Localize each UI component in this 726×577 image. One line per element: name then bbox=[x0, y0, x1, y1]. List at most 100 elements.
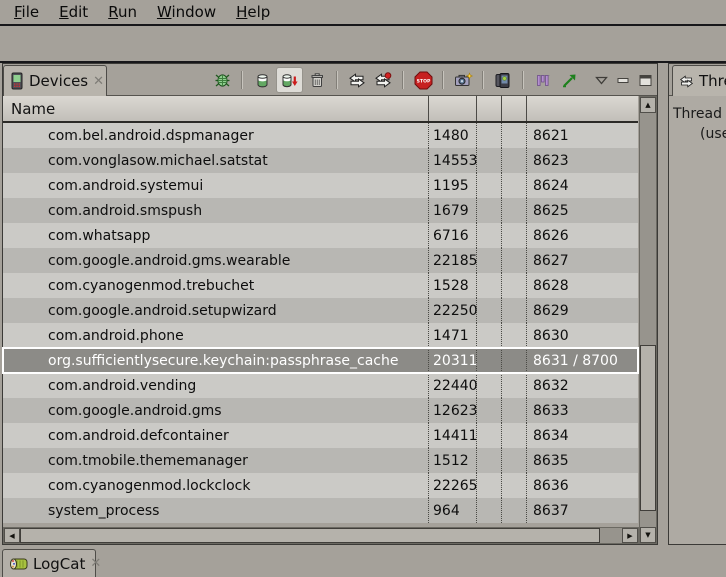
close-icon[interactable]: ✕ bbox=[93, 75, 104, 88]
cell-name: com.cyanogenmod.trebuchet bbox=[3, 273, 429, 298]
table-row[interactable]: com.android.defcontainer144118634 bbox=[3, 423, 638, 448]
cell-c3 bbox=[477, 348, 502, 373]
update-threads-alert-icon[interactable] bbox=[371, 67, 395, 93]
device-views-icon[interactable] bbox=[491, 67, 515, 93]
cell-c3 bbox=[477, 273, 502, 298]
table-row[interactable]: com.google.android.gms126238633 bbox=[3, 398, 638, 423]
cell-port: 8627 bbox=[527, 248, 638, 273]
table-row[interactable]: com.vonglasow.michael.satstat145538623 bbox=[3, 148, 638, 173]
cell-c4 bbox=[502, 223, 527, 248]
main-toolbar-strip bbox=[0, 28, 726, 63]
table-row[interactable]: com.google.android.setupwizard222508629 bbox=[3, 298, 638, 323]
cell-pid: 20311 bbox=[429, 348, 477, 373]
threads-icon bbox=[679, 74, 694, 89]
table-header: Name bbox=[3, 96, 638, 123]
cell-c4 bbox=[502, 148, 527, 173]
cell-c4 bbox=[502, 448, 527, 473]
cell-c4 bbox=[502, 473, 527, 498]
scroll-up-button[interactable]: ▲ bbox=[640, 97, 656, 113]
menu-help-mnemonic: H bbox=[236, 3, 247, 21]
column-header-name[interactable]: Name bbox=[3, 96, 429, 121]
update-threads-icon[interactable] bbox=[345, 67, 369, 93]
table-row[interactable]: org.sufficientlysecure.keychain:passphra… bbox=[3, 348, 638, 373]
view-menu-icon[interactable] bbox=[591, 67, 611, 93]
cell-pid: 6716 bbox=[429, 223, 477, 248]
scroll-right-button[interactable]: ▶ bbox=[622, 528, 638, 543]
table-row[interactable]: com.android.systemui11958624 bbox=[3, 173, 638, 198]
cell-c3 bbox=[477, 248, 502, 273]
menu-edit[interactable]: Edit bbox=[49, 1, 98, 23]
column-header-4[interactable] bbox=[502, 96, 527, 121]
scroll-up-icon: ▲ bbox=[645, 101, 650, 109]
cell-c3 bbox=[477, 473, 502, 498]
cell-pid: 1679 bbox=[429, 198, 477, 223]
menu-edit-rest: dit bbox=[69, 3, 89, 21]
cell-c4 bbox=[502, 498, 527, 523]
screen-capture-icon[interactable] bbox=[451, 67, 475, 93]
devices-view: Devices ✕ bbox=[2, 63, 658, 545]
table-row[interactable]: com.cyanogenmod.lockclock222658636 bbox=[3, 473, 638, 498]
menu-run[interactable]: Run bbox=[98, 1, 147, 23]
close-icon[interactable]: ✕ bbox=[90, 557, 101, 570]
cell-port: 8630 bbox=[527, 323, 638, 348]
menu-file[interactable]: File bbox=[4, 1, 49, 23]
column-header-3[interactable] bbox=[477, 96, 502, 121]
table-row[interactable]: com.whatsapp67168626 bbox=[3, 223, 638, 248]
cell-c3 bbox=[477, 448, 502, 473]
cell-pid: 22185 bbox=[429, 248, 477, 273]
toolbar-separator bbox=[336, 71, 338, 89]
table-row[interactable]: com.android.vending224408632 bbox=[3, 373, 638, 398]
cell-c3 bbox=[477, 423, 502, 448]
cause-gc-icon[interactable] bbox=[305, 67, 329, 93]
scroll-left-button[interactable]: ◀ bbox=[4, 528, 20, 543]
table-row[interactable]: com.bel.android.dspmanager14808621 bbox=[3, 123, 638, 148]
cell-port: 8631 / 8700 bbox=[527, 348, 638, 373]
cell-c4 bbox=[502, 423, 527, 448]
vertical-scrollbar-thumb[interactable] bbox=[640, 345, 656, 511]
threads-message-line1: Thread updates not enabled for selected … bbox=[673, 106, 726, 122]
table-row[interactable]: com.android.phone14718630 bbox=[3, 323, 638, 348]
dump-hprof-icon[interactable] bbox=[276, 67, 303, 93]
vertical-scrollbar[interactable]: ▲ ▼ bbox=[639, 96, 657, 544]
tab-devices[interactable]: Devices ✕ bbox=[3, 65, 107, 96]
debug-icon[interactable] bbox=[210, 67, 234, 93]
horizontal-scrollbar[interactable]: ◀ ▶ bbox=[3, 527, 639, 544]
cell-port: 8635 bbox=[527, 448, 638, 473]
cell-c3 bbox=[477, 173, 502, 198]
maximize-icon[interactable] bbox=[635, 67, 655, 93]
stop-process-icon[interactable]: STOP bbox=[411, 67, 435, 93]
phone-icon bbox=[10, 72, 24, 90]
cell-c3 bbox=[477, 123, 502, 148]
method-profiling-bars-icon[interactable] bbox=[531, 67, 555, 93]
cell-name: com.google.android.setupwizard bbox=[3, 298, 429, 323]
method-profiling-arrow-icon[interactable] bbox=[557, 67, 581, 93]
menu-window[interactable]: Window bbox=[147, 1, 226, 23]
cell-port: 8621 bbox=[527, 123, 638, 148]
cell-name: com.tmobile.thememanager bbox=[3, 448, 429, 473]
tab-threads-label: Threads bbox=[699, 72, 726, 90]
horizontal-scrollbar-thumb[interactable] bbox=[20, 528, 600, 543]
table-row[interactable]: com.google.android.gms.wearable221858627 bbox=[3, 248, 638, 273]
table-row[interactable]: com.android.smspush16798625 bbox=[3, 198, 638, 223]
cell-pid: 964 bbox=[429, 498, 477, 523]
table-row[interactable]: com.tmobile.thememanager15128635 bbox=[3, 448, 638, 473]
table-row[interactable]: system_process9648637 bbox=[3, 498, 638, 523]
toolbar-separator bbox=[241, 71, 243, 89]
threads-message: Thread updates not enabled for selected … bbox=[669, 96, 726, 145]
cell-name: com.android.systemui bbox=[3, 173, 429, 198]
tab-threads[interactable]: Threads bbox=[672, 65, 726, 96]
update-heap-icon[interactable] bbox=[250, 67, 274, 93]
cell-pid: 1528 bbox=[429, 273, 477, 298]
column-header-port[interactable] bbox=[527, 96, 638, 121]
menu-help[interactable]: Help bbox=[226, 1, 280, 23]
cell-name: com.android.defcontainer bbox=[3, 423, 429, 448]
tab-logcat[interactable]: LogCat ✕ bbox=[2, 549, 96, 577]
cell-pid: 1471 bbox=[429, 323, 477, 348]
column-header-pid[interactable] bbox=[429, 96, 477, 121]
cell-name: com.bel.android.dspmanager bbox=[3, 123, 429, 148]
minimize-icon[interactable] bbox=[613, 67, 633, 93]
table-row[interactable]: com.cyanogenmod.trebuchet1528 8628 bbox=[3, 273, 638, 298]
cell-port: 8628 bbox=[527, 273, 638, 298]
scroll-down-button[interactable]: ▼ bbox=[640, 527, 656, 543]
threads-view: Threads Thread updates not enabled for s… bbox=[668, 63, 726, 545]
